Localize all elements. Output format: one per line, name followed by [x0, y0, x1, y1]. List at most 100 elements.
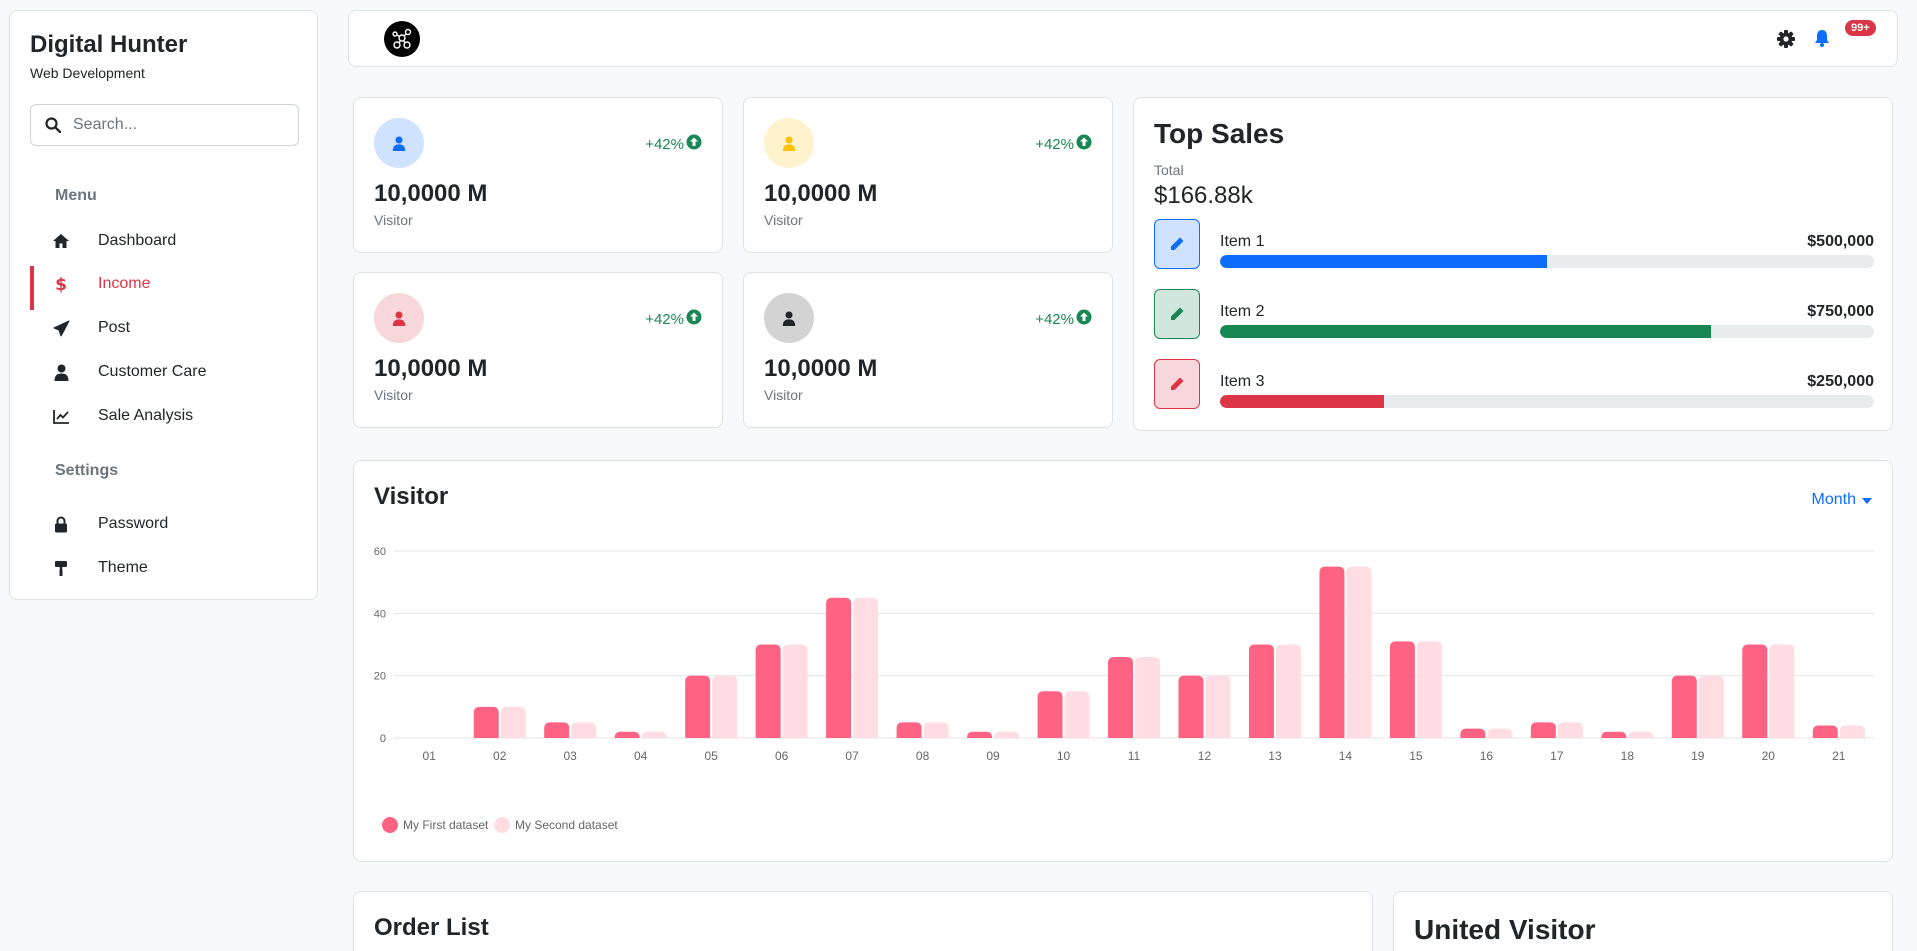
sidebar-item-income[interactable]: $ Income [30, 266, 300, 310]
visitor-title: Visitor [374, 483, 449, 510]
x-tick-label: 06 [775, 749, 789, 763]
sales-item-name: Item 3 [1220, 373, 1265, 390]
stat-value: 10,0000 M [374, 355, 488, 382]
legend-swatch [382, 817, 398, 833]
chart-bar [826, 597, 852, 738]
top-sales-card: Top Sales Total $166.88k Item 1 $500,000… [1133, 97, 1893, 431]
x-tick-label: 13 [1268, 749, 1282, 763]
chart-bar [1839, 725, 1865, 738]
stat-card: +42% 10,0000 M Visitor [743, 97, 1113, 253]
x-tick-label: 04 [634, 749, 648, 763]
month-dropdown[interactable]: Month [1812, 491, 1872, 509]
chart-bar [755, 644, 781, 738]
edit-icon[interactable] [1154, 359, 1200, 409]
sidebar-item-sale-analysis[interactable]: Sale Analysis [30, 398, 300, 434]
search-box[interactable] [30, 104, 299, 146]
progress-track [1220, 255, 1874, 268]
x-tick-label: 09 [986, 749, 1000, 763]
change-value: +42% [1035, 135, 1074, 153]
chart-bar [712, 675, 738, 738]
x-tick-label: 01 [423, 749, 437, 763]
caret-down-icon [1862, 491, 1872, 509]
sales-item-amount: $250,000 [1807, 373, 1874, 390]
y-tick-label: 60 [374, 546, 386, 558]
chart-bar [1742, 644, 1768, 738]
search-icon [45, 117, 62, 138]
chart-bar [994, 731, 1020, 738]
stat-label: Visitor [764, 387, 803, 403]
chart-bar [473, 706, 499, 738]
paper-plane-icon [52, 319, 70, 337]
user-icon [374, 293, 424, 343]
chart-bar [1487, 728, 1513, 738]
stat-label: Visitor [764, 212, 803, 228]
sales-item-amount: $750,000 [1807, 303, 1874, 320]
total-value: $166.88k [1154, 182, 1253, 209]
x-tick-label: 19 [1691, 749, 1705, 763]
top-sales-title: Top Sales [1154, 118, 1285, 149]
home-icon [52, 232, 70, 250]
chart-bar [1557, 722, 1583, 738]
chart-bar [1319, 566, 1345, 738]
x-tick-label: 05 [704, 749, 718, 763]
bell-icon[interactable] [1813, 28, 1831, 53]
y-tick-label: 40 [374, 608, 386, 620]
sidebar-item-dashboard[interactable]: Dashboard [30, 223, 300, 259]
x-tick-label: 17 [1550, 749, 1564, 763]
x-tick-label: 11 [1128, 749, 1141, 763]
top-navbar: 99+ [348, 10, 1898, 67]
chart-bar [1346, 566, 1372, 738]
x-tick-label: 20 [1762, 749, 1776, 763]
chart-bar [1064, 691, 1090, 738]
stat-value: 10,0000 M [764, 355, 878, 382]
chart-bar [896, 722, 922, 738]
dollar-icon: $ [52, 275, 70, 293]
sidebar: Digital Hunter Web Development Menu Dash… [9, 10, 318, 600]
arrow-up-circle-icon [686, 134, 702, 154]
chart-bar [1205, 675, 1231, 738]
progress-track [1220, 325, 1874, 338]
brand-subtitle: Web Development [30, 65, 145, 81]
stat-value: 10,0000 M [764, 180, 878, 207]
sidebar-item-post[interactable]: Post [30, 310, 300, 346]
change-indicator: +42% [1035, 134, 1092, 154]
order-list-title: Order List [374, 914, 489, 941]
stat-card: +42% 10,0000 M Visitor [353, 272, 723, 428]
user-icon [52, 363, 70, 381]
arrow-up-circle-icon [1076, 134, 1092, 154]
chart-bar [571, 722, 597, 738]
network-logo-icon[interactable] [384, 21, 420, 57]
chart-bar [614, 731, 640, 738]
chart-bar [1389, 641, 1415, 738]
notification-badge: 99+ [1845, 20, 1876, 36]
chart-bar [1769, 644, 1795, 738]
united-visitor-title: United Visitor [1414, 914, 1596, 945]
settings-heading: Settings [55, 462, 119, 479]
chart-bar [1460, 728, 1486, 738]
chart-bar [1135, 656, 1160, 738]
chart-bar [967, 731, 993, 738]
sidebar-item-label: Income [98, 275, 151, 292]
change-indicator: +42% [645, 309, 702, 329]
chart-bar [1108, 656, 1133, 738]
legend-label: My First dataset [403, 818, 489, 832]
sales-item-row: Item 1 $500,000 [1154, 219, 1874, 271]
sidebar-item-theme[interactable]: Theme [30, 550, 300, 586]
x-tick-label: 15 [1409, 749, 1423, 763]
progress-fill [1220, 325, 1711, 338]
chart-bar [544, 722, 570, 738]
edit-icon[interactable] [1154, 289, 1200, 339]
legend-item[interactable]: My First dataset [382, 817, 488, 833]
x-tick-label: 03 [564, 749, 578, 763]
search-input[interactable] [73, 113, 283, 137]
gear-icon[interactable] [1777, 30, 1795, 53]
chart-bar [1416, 641, 1442, 738]
legend-item[interactable]: My Second dataset [494, 817, 618, 833]
user-icon [764, 293, 814, 343]
edit-icon[interactable] [1154, 219, 1200, 269]
stat-label: Visitor [374, 212, 413, 228]
change-value: +42% [645, 310, 684, 328]
sidebar-item-password[interactable]: Password [30, 506, 300, 542]
chart-bar [685, 675, 711, 738]
sidebar-item-customer-care[interactable]: Customer Care [30, 354, 300, 390]
